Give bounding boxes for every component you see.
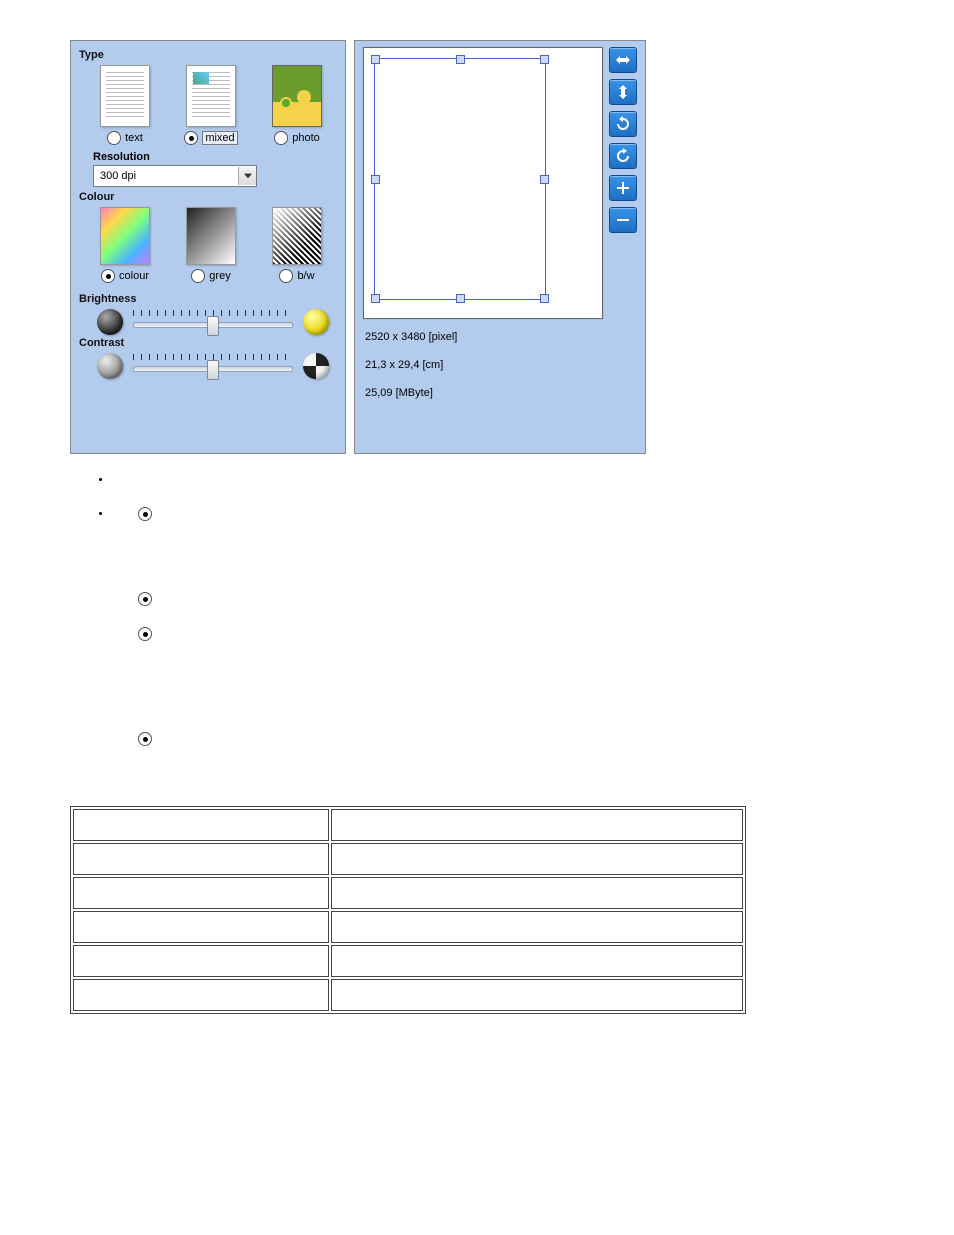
radio-colour[interactable] (101, 269, 115, 283)
colour-option-colour[interactable]: colour (91, 207, 159, 283)
table-cell (73, 809, 329, 841)
flip-vertical-button[interactable] (609, 79, 637, 105)
zoom-in-button[interactable] (609, 175, 637, 201)
doc-radio-icon (138, 732, 152, 746)
table-cell (331, 877, 743, 909)
table-cell (73, 911, 329, 943)
resize-handle[interactable] (371, 55, 380, 64)
contrast-high-icon (303, 353, 329, 379)
table-cell (73, 945, 329, 977)
info-pixel: 2520 x 3480 [pixel] (365, 331, 603, 343)
rotate-right-button[interactable] (609, 111, 637, 137)
table-cell (73, 979, 329, 1011)
list-item (112, 506, 780, 746)
type-option-mixed[interactable]: mixed (177, 65, 245, 145)
type-option-text[interactable]: text (91, 65, 159, 145)
colour-option-bw[interactable]: b/w (263, 207, 331, 283)
settings-panel: Type text mixed photo (70, 40, 346, 454)
table-cell (331, 945, 743, 977)
resize-handle[interactable] (540, 294, 549, 303)
table-cell (331, 979, 743, 1011)
colour-title: Colour (79, 191, 337, 203)
grey-swatch-icon (186, 207, 236, 265)
brightness-title: Brightness (79, 293, 337, 305)
type-option-photo[interactable]: photo (263, 65, 331, 145)
rotate-left-button[interactable] (609, 143, 637, 169)
radio-grey[interactable] (191, 269, 205, 283)
brightness-high-icon (303, 309, 329, 335)
colour-swatch-icon (100, 207, 150, 265)
colour-option-grey[interactable]: grey (177, 207, 245, 283)
doc-option (160, 626, 163, 638)
resize-handle[interactable] (456, 55, 465, 64)
radio-photo[interactable] (274, 131, 288, 145)
table-cell (73, 843, 329, 875)
preview-panel: 2520 x 3480 [pixel] 21,3 x 29,4 [cm] 25,… (354, 40, 646, 454)
type-label-text: text (125, 132, 143, 144)
radio-text[interactable] (107, 131, 121, 145)
radio-mixed[interactable] (184, 131, 198, 145)
photo-thumbnail-icon (272, 65, 322, 127)
resolution-select[interactable]: 300 dpi (93, 165, 257, 187)
doc-radio-icon (138, 627, 152, 641)
resize-handle[interactable] (371, 175, 380, 184)
doc-option (160, 591, 163, 603)
table-cell (73, 877, 329, 909)
doc-option (160, 506, 163, 518)
crop-selection[interactable] (374, 58, 546, 300)
resize-handle[interactable] (371, 294, 380, 303)
table-cell (331, 843, 743, 875)
doc-option (160, 731, 163, 743)
preview-toolbar (609, 47, 637, 443)
resize-handle[interactable] (540, 55, 549, 64)
colour-label-bw: b/w (297, 270, 314, 282)
type-title: Type (79, 49, 337, 61)
resize-handle[interactable] (456, 294, 465, 303)
text-thumbnail-icon (100, 65, 150, 127)
info-mbyte: 25,09 [MByte] (365, 387, 603, 399)
resolution-title: Resolution (93, 151, 337, 163)
contrast-title: Contrast (79, 337, 337, 349)
type-label-photo: photo (292, 132, 320, 144)
resolution-value: 300 dpi (100, 170, 136, 182)
settings-table (70, 806, 746, 1014)
mixed-thumbnail-icon (186, 65, 236, 127)
contrast-slider[interactable] (133, 354, 293, 378)
info-cm: 21,3 x 29,4 [cm] (365, 359, 603, 371)
brightness-low-icon (97, 309, 123, 335)
resize-handle[interactable] (540, 175, 549, 184)
table-cell (331, 911, 743, 943)
colour-label-grey: grey (209, 270, 230, 282)
list-item (112, 474, 780, 486)
brightness-slider[interactable] (133, 310, 293, 334)
doc-radio-icon (138, 592, 152, 606)
bw-swatch-icon (272, 207, 322, 265)
type-label-mixed: mixed (202, 131, 237, 145)
colour-label-colour: colour (119, 270, 149, 282)
doc-radio-icon (138, 507, 152, 521)
preview-canvas[interactable] (363, 47, 603, 319)
chevron-down-icon[interactable] (238, 167, 256, 185)
zoom-out-button[interactable] (609, 207, 637, 233)
table-cell (331, 809, 743, 841)
contrast-low-icon (97, 353, 123, 379)
flip-horizontal-button[interactable] (609, 47, 637, 73)
radio-bw[interactable] (279, 269, 293, 283)
